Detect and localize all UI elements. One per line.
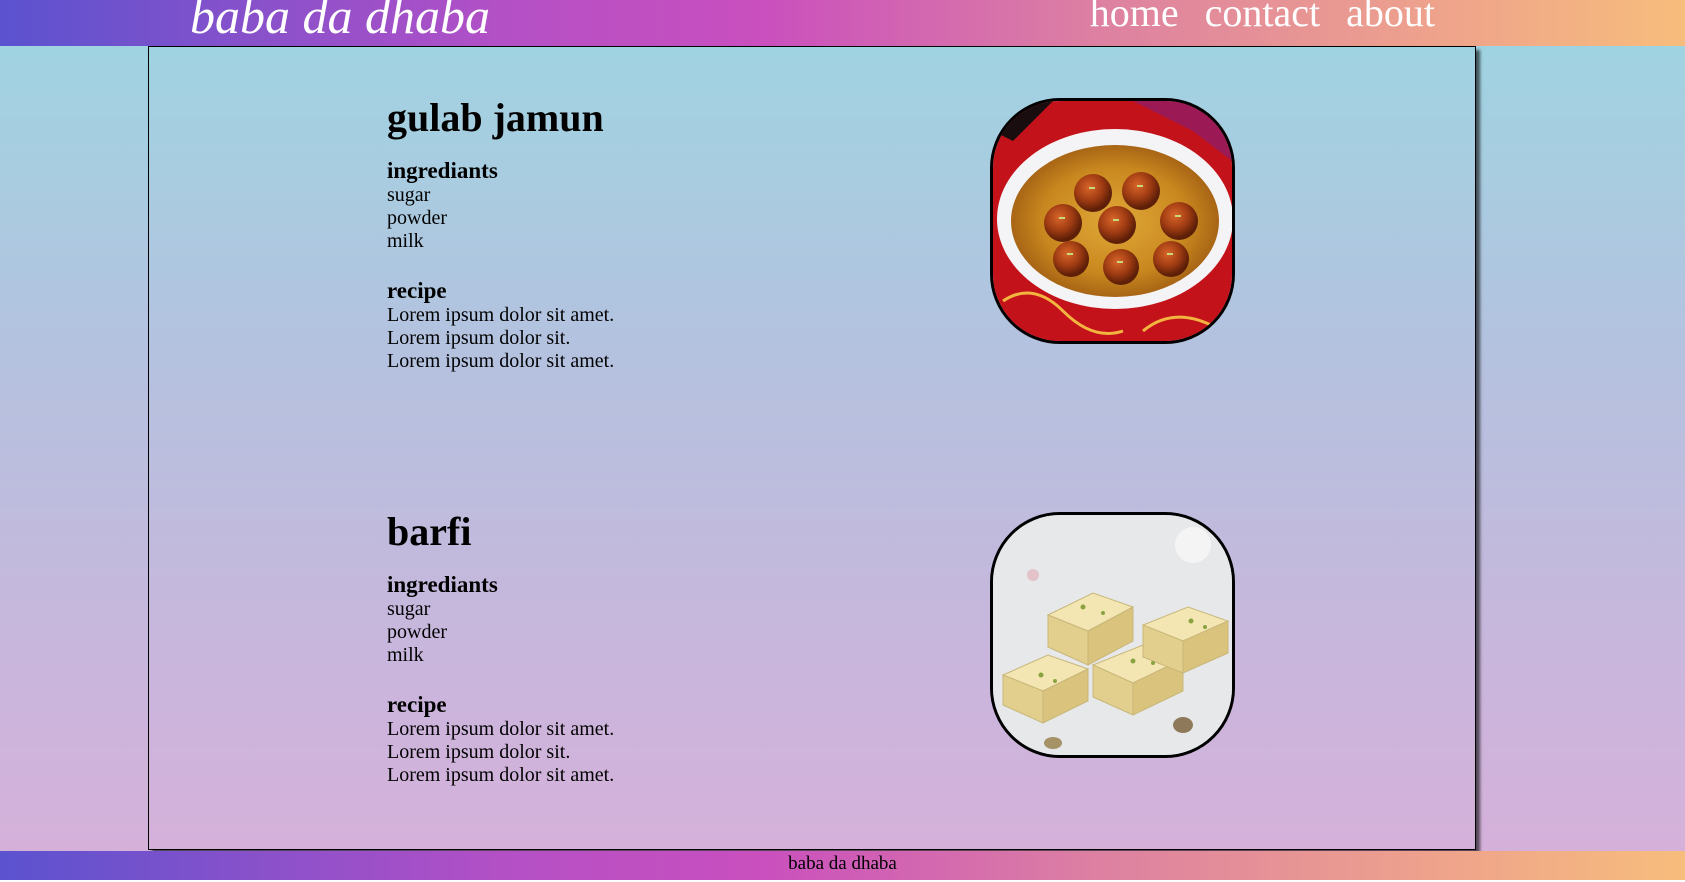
barfi-image xyxy=(990,512,1235,758)
site-footer: baba da dhaba xyxy=(0,851,1685,880)
gulab-jamun-image xyxy=(990,98,1235,344)
recipe-line: Lorem ipsum dolor sit amet. xyxy=(387,350,615,372)
nav-link-home[interactable]: home xyxy=(1090,0,1179,40)
footer-text: baba da dhaba xyxy=(788,853,897,874)
recipe-container: gulab jamun ingrediants sugar powder mil… xyxy=(148,46,1476,850)
site-header: baba da dhaba home contact about xyxy=(0,0,1685,46)
recipe-line: Lorem ipsum dolor sit amet. xyxy=(387,764,615,786)
main-nav: home contact about xyxy=(1090,0,1435,40)
site-brand[interactable]: baba da dhaba xyxy=(190,0,490,46)
barfi-photo-icon xyxy=(993,515,1232,755)
nav-link-contact[interactable]: contact xyxy=(1205,0,1321,40)
nav-link-about[interactable]: about xyxy=(1346,0,1435,40)
gulab-jamun-photo-icon xyxy=(993,101,1232,341)
